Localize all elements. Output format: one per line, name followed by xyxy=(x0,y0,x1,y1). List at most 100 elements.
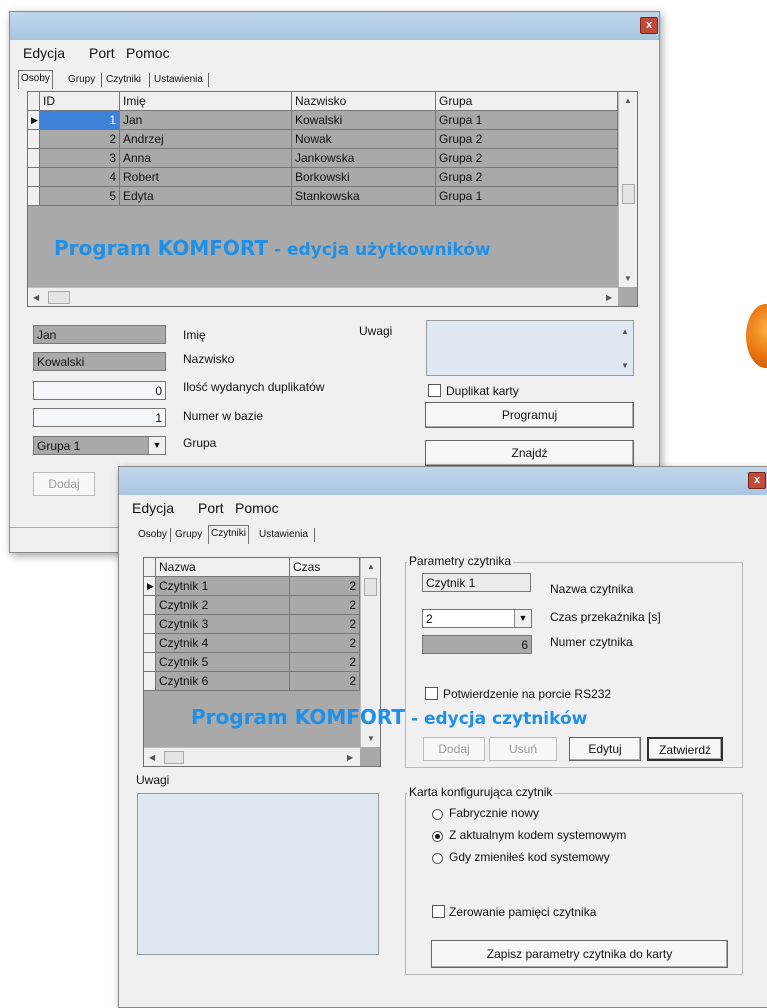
tab-ustawienia[interactable]: Ustawienia xyxy=(152,72,205,88)
table-cell-id[interactable]: 1 xyxy=(40,111,120,130)
table-cell-id[interactable]: 2 xyxy=(40,130,120,149)
table-cell-nazwa[interactable]: Czytnik 3 xyxy=(156,615,290,634)
scroll-right-icon[interactable]: ▶ xyxy=(347,753,353,762)
table-cell-czas[interactable]: 2 xyxy=(290,634,360,653)
rs232-checkbox[interactable] xyxy=(425,687,438,700)
tab-czytniki[interactable]: Czytniki xyxy=(104,72,143,88)
column-header-imie[interactable]: Imię xyxy=(120,92,292,111)
zmieniony-kod-radio[interactable] xyxy=(432,853,443,864)
imie-field[interactable]: Jan xyxy=(33,325,166,344)
horizontal-scrollbar[interactable]: ◀ ▶ xyxy=(28,287,618,306)
table-cell-nazwa[interactable]: Czytnik 6 xyxy=(156,672,290,691)
edytuj-button[interactable]: Edytuj xyxy=(569,737,641,761)
table-cell-czas[interactable]: 2 xyxy=(290,577,360,596)
readers-table[interactable]: Nazwa Czas ▶ Czytnik 1 2 Czytnik 2 2 Czy… xyxy=(143,557,381,767)
table-cell-nazwa[interactable]: Czytnik 1 xyxy=(156,577,290,596)
tab-grupy[interactable]: Grupy xyxy=(173,527,204,543)
uwagi-memo[interactable] xyxy=(137,793,379,955)
table-cell-imie[interactable]: Edyta xyxy=(120,187,292,206)
table-cell-id[interactable]: 3 xyxy=(40,149,120,168)
tab-bar: Osoby Grupy Czytniki Ustawienia xyxy=(136,525,436,545)
users-table[interactable]: ID Imię Nazwisko Grupa ▶ 1 Jan Kowalski … xyxy=(27,91,638,307)
zatwierdz-button[interactable]: Zatwierdź xyxy=(647,737,723,761)
fabrycznie-radio[interactable] xyxy=(432,809,443,820)
scroll-left-icon[interactable]: ◀ xyxy=(149,753,155,762)
chevron-down-icon[interactable]: ▼ xyxy=(148,437,165,454)
tab-grupy[interactable]: Grupy xyxy=(66,72,97,88)
column-header-grupa[interactable]: Grupa xyxy=(436,92,618,111)
tab-osoby[interactable]: Osoby xyxy=(18,70,53,89)
aktualny-kod-radio[interactable] xyxy=(432,831,443,842)
table-cell-imie[interactable]: Anna xyxy=(120,149,292,168)
nazwa-czytnika-field[interactable]: Czytnik 1 xyxy=(422,573,531,592)
duplikaty-field[interactable]: 0 xyxy=(33,381,166,400)
czas-select[interactable]: 2 ▼ xyxy=(422,609,532,628)
scroll-thumb[interactable] xyxy=(48,291,70,304)
table-cell-grupa[interactable]: Grupa 1 xyxy=(436,111,618,130)
dodaj-button[interactable]: Dodaj xyxy=(423,737,485,761)
table-cell-nazwa[interactable]: Czytnik 4 xyxy=(156,634,290,653)
table-cell-nazwa[interactable]: Czytnik 2 xyxy=(156,596,290,615)
menu-edycja[interactable]: Edycja xyxy=(132,500,174,516)
znajdz-button[interactable]: Znajdź xyxy=(425,440,634,466)
table-cell-nazwisko[interactable]: Jankowska xyxy=(292,149,436,168)
table-cell-imie[interactable]: Jan xyxy=(120,111,292,130)
table-cell-grupa[interactable]: Grupa 1 xyxy=(436,187,618,206)
table-cell-id[interactable]: 5 xyxy=(40,187,120,206)
table-cell-grupa[interactable]: Grupa 2 xyxy=(436,130,618,149)
table-cell-czas[interactable]: 2 xyxy=(290,615,360,634)
chevron-down-icon[interactable]: ▼ xyxy=(514,610,531,627)
column-header-nazwa[interactable]: Nazwa xyxy=(156,558,290,577)
grupa-select[interactable]: Grupa 1 ▼ xyxy=(33,436,166,455)
column-header-id[interactable]: ID xyxy=(40,92,120,111)
table-cell-imie[interactable]: Robert xyxy=(120,168,292,187)
menu-pomoc[interactable]: Pomoc xyxy=(126,45,170,61)
table-cell-nazwisko[interactable]: Nowak xyxy=(292,130,436,149)
column-header-czas[interactable]: Czas xyxy=(290,558,360,577)
numer-field[interactable]: 1 xyxy=(33,408,166,427)
scroll-up-icon[interactable]: ▲ xyxy=(624,96,632,105)
tab-czytniki[interactable]: Czytniki xyxy=(208,525,250,544)
scroll-thumb[interactable] xyxy=(364,578,377,596)
table-cell-czas[interactable]: 2 xyxy=(290,596,360,615)
scroll-right-icon[interactable]: ▶ xyxy=(606,293,612,302)
table-cell-nazwisko[interactable]: Stankowska xyxy=(292,187,436,206)
column-header-nazwisko[interactable]: Nazwisko xyxy=(292,92,436,111)
table-cell-grupa[interactable]: Grupa 2 xyxy=(436,168,618,187)
nazwisko-field[interactable]: Kowalski xyxy=(33,352,166,371)
usun-button[interactable]: Usuń xyxy=(489,737,557,761)
nazwa-czytnika-label: Nazwa czytnika xyxy=(550,582,634,596)
close-icon[interactable]: x xyxy=(748,472,766,489)
scroll-thumb[interactable] xyxy=(164,751,184,764)
table-cell-nazwisko[interactable]: Borkowski xyxy=(292,168,436,187)
table-cell-czas[interactable]: 2 xyxy=(290,672,360,691)
dodaj-button[interactable]: Dodaj xyxy=(33,472,95,496)
scroll-down-icon[interactable]: ▼ xyxy=(621,361,629,370)
table-cell-grupa[interactable]: Grupa 2 xyxy=(436,149,618,168)
table-cell-nazwisko[interactable]: Kowalski xyxy=(292,111,436,130)
menu-edycja[interactable]: Edycja xyxy=(23,45,65,61)
zerowanie-checkbox[interactable] xyxy=(432,905,445,918)
scroll-thumb[interactable] xyxy=(622,184,635,204)
menu-pomoc[interactable]: Pomoc xyxy=(235,500,279,516)
scroll-up-icon[interactable]: ▲ xyxy=(367,562,375,571)
scroll-down-icon[interactable]: ▼ xyxy=(624,274,632,283)
menu-port[interactable]: Port xyxy=(198,500,224,516)
tab-osoby[interactable]: Osoby xyxy=(136,527,169,543)
table-cell-imie[interactable]: Andrzej xyxy=(120,130,292,149)
scroll-left-icon[interactable]: ◀ xyxy=(33,293,39,302)
menu-port[interactable]: Port xyxy=(89,45,115,61)
horizontal-scrollbar[interactable]: ◀ ▶ xyxy=(144,747,360,766)
programuj-button[interactable]: Programuj xyxy=(425,402,634,428)
tab-ustawienia[interactable]: Ustawienia xyxy=(257,527,310,543)
duplikat-checkbox[interactable] xyxy=(428,384,441,397)
scroll-up-icon[interactable]: ▲ xyxy=(621,327,629,336)
uwagi-memo[interactable]: ▲ ▼ xyxy=(426,320,634,376)
vertical-scrollbar[interactable]: ▲ ▼ xyxy=(618,92,637,287)
scroll-down-icon[interactable]: ▼ xyxy=(367,734,375,743)
close-icon[interactable]: x xyxy=(640,17,658,34)
table-cell-nazwa[interactable]: Czytnik 5 xyxy=(156,653,290,672)
table-cell-czas[interactable]: 2 xyxy=(290,653,360,672)
table-cell-id[interactable]: 4 xyxy=(40,168,120,187)
zapisz-button[interactable]: Zapisz parametry czytnika do karty xyxy=(431,940,728,968)
